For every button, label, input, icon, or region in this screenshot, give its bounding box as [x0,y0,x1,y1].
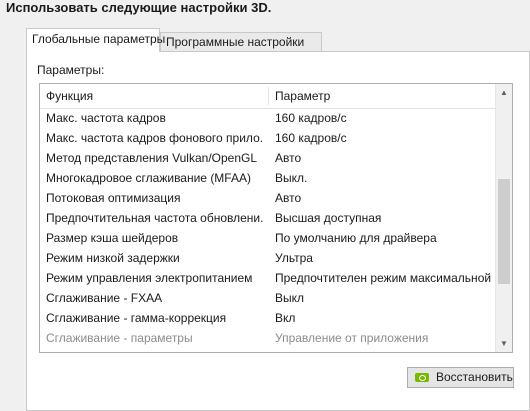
tab-global-settings[interactable]: Глобальные параметры [26,28,165,52]
table-row[interactable]: Режим низкой задержки Ультра [40,248,496,268]
row-feature: Сглаживание - FXAA [46,291,163,305]
table-row[interactable]: Макс. частота кадров фонового прило... 1… [40,128,496,148]
tab-program-settings[interactable]: Программные настройки [160,32,322,52]
row-value: 160 кадров/с [275,131,347,145]
params-label: Параметры: [37,63,105,77]
row-feature: Макс. частота кадров фонового прило... [46,131,264,145]
row-value: Авто [275,151,302,165]
vertical-scrollbar[interactable]: ▲ ▼ [495,84,512,352]
table-row[interactable]: Сглаживание - гамма-коррекция Вкл [40,308,496,328]
table-row[interactable]: Предпочтительная частота обновлени... Вы… [40,208,496,228]
list-header: Функция Параметр [40,84,496,109]
row-value: Выкл. [275,171,308,185]
table-row[interactable]: Режим управления электропитанием Предпоч… [40,268,496,288]
settings-list[interactable]: Функция Параметр Макс. частота кадров 16… [39,83,513,353]
scroll-up-arrow-icon[interactable]: ▲ [496,84,512,101]
table-row[interactable]: Макс. частота кадров 160 кадров/с [40,108,496,128]
row-feature: Размер кэша шейдеров [46,231,179,245]
column-divider [268,87,269,105]
column-header-function[interactable]: Функция [46,89,93,103]
row-feature: Макс. частота кадров [46,111,166,125]
scroll-down-arrow-icon[interactable]: ▼ [496,335,512,352]
row-feature: Режим низкой задержки [46,251,180,265]
row-feature: Сглаживание - параметры [46,331,193,345]
table-row[interactable]: Сглаживание - FXAA Выкл [40,288,496,308]
row-value: Ультра [275,251,313,265]
page-heading: Использовать следующие настройки 3D. [6,0,272,15]
row-feature: Режим управления электропитанием [46,271,253,285]
row-feature: Сглаживание - гамма-коррекция [46,311,227,325]
restore-button-label: Восстановить [436,370,513,384]
row-feature: Метод представления Vulkan/OpenGL [46,151,258,165]
table-row-disabled[interactable]: Сглаживание - параметры Управление от пр… [40,328,496,348]
restore-button[interactable]: Восстановить [407,367,514,388]
table-row[interactable]: Метод представления Vulkan/OpenGL Авто [40,148,496,168]
nvidia-logo-icon [415,373,429,382]
row-value: Авто [275,191,302,205]
table-row[interactable]: Потоковая оптимизация Авто [40,188,496,208]
row-value: Предпочтителен режим максимальной п... [275,271,491,285]
table-row[interactable]: Размер кэша шейдеров По умолчанию для др… [40,228,496,248]
row-value: 160 кадров/с [275,111,347,125]
row-value: Вкл [275,311,296,325]
row-feature: Многокадровое сглаживание (MFAA) [46,171,251,185]
scrollbar-thumb[interactable] [498,179,510,284]
row-feature: Потоковая оптимизация [46,191,181,205]
settings-panel: Параметры: Функция Параметр Макс. частот… [26,51,530,411]
row-value: Управление от приложения [275,331,429,345]
row-value: Выкл [275,291,305,305]
table-row[interactable]: Многокадровое сглаживание (MFAA) Выкл. [40,168,496,188]
row-value: По умолчанию для драйвера [275,231,437,245]
column-header-setting[interactable]: Параметр [275,89,330,103]
row-value: Высшая доступная [275,211,382,225]
row-feature: Предпочтительная частота обновлени... [46,211,264,225]
